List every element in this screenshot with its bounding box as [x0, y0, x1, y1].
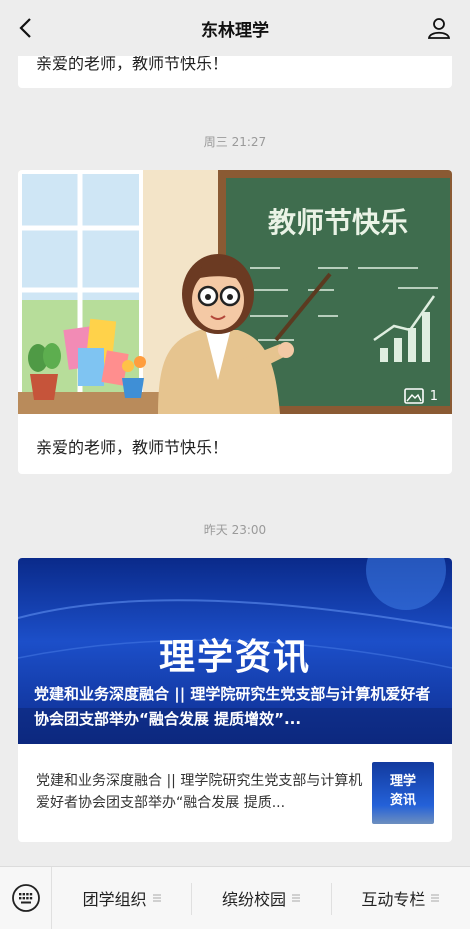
article-thumbnail: 理学 资讯 — [372, 762, 434, 824]
keyboard-toggle-button[interactable] — [0, 866, 52, 929]
teachers-day-illustration: 教师节快乐 — [18, 170, 452, 414]
article-card-teachers-day[interactable]: 教师节快乐 1 亲爱的老师，教师节快乐！ — [18, 170, 452, 474]
top-bar: 东林理学 — [0, 0, 470, 56]
back-button[interactable] — [10, 12, 40, 44]
message-feed: 亲爱的老师，教师节快乐！ 周三 21:27 教师节快乐 1 亲爱的老师，教师节快… — [0, 0, 470, 866]
article-description: 党建和业务深度融合 || 理学院研究生党支部与计算机爱好者协会团支部举办“融合发… — [36, 773, 363, 811]
person-icon — [427, 18, 451, 39]
menu-label: 团学组织 — [82, 890, 147, 909]
image-icon — [403, 388, 424, 404]
submenu-lines-icon — [431, 894, 440, 902]
article-card-news[interactable]: 理学资讯 党建和业务深度融合 || 理学院研究生党支部与计算机爱好者协会团支部举… — [18, 558, 452, 842]
article-title: 亲爱的老师，教师节快乐！ — [36, 438, 229, 457]
menu-label: 互动专栏 — [361, 890, 426, 909]
thumbnail-text: 理学 资讯 — [389, 774, 416, 808]
timestamp: 周三 21:27 — [203, 135, 267, 149]
image-count-indicator: 1 — [403, 388, 438, 404]
chevron-left-icon — [19, 18, 31, 38]
banner-title: 理学资讯 — [158, 637, 311, 678]
menu-tuanxue-zuzhi[interactable]: 团学组织 — [52, 867, 191, 929]
board-title: 教师节快乐 — [268, 206, 408, 239]
submenu-lines-icon — [152, 894, 161, 902]
banner-headline: 党建和业务深度融合 || 理学院研究生党支部与计算机爱好者协会团支部举办“融合发… — [34, 685, 431, 728]
page-title: 东林理学 — [201, 20, 269, 41]
menu-binfen-xiaoyuan[interactable]: 缤纷校园 — [191, 867, 330, 929]
image-count: 1 — [429, 388, 438, 404]
news-banner: 理学资讯 党建和业务深度融合 || 理学院研究生党支部与计算机爱好者协会团支部举… — [18, 558, 452, 744]
keyboard-icon — [11, 884, 40, 912]
bottom-menu-bar: 团学组织 缤纷校园 互动专栏 — [0, 866, 470, 929]
timestamp: 昨天 23:00 — [203, 523, 267, 537]
profile-button[interactable] — [424, 12, 454, 44]
menu-label: 缤纷校园 — [221, 890, 286, 909]
menu-hudong-zhuanlan[interactable]: 互动专栏 — [330, 867, 470, 929]
submenu-lines-icon — [292, 894, 300, 902]
